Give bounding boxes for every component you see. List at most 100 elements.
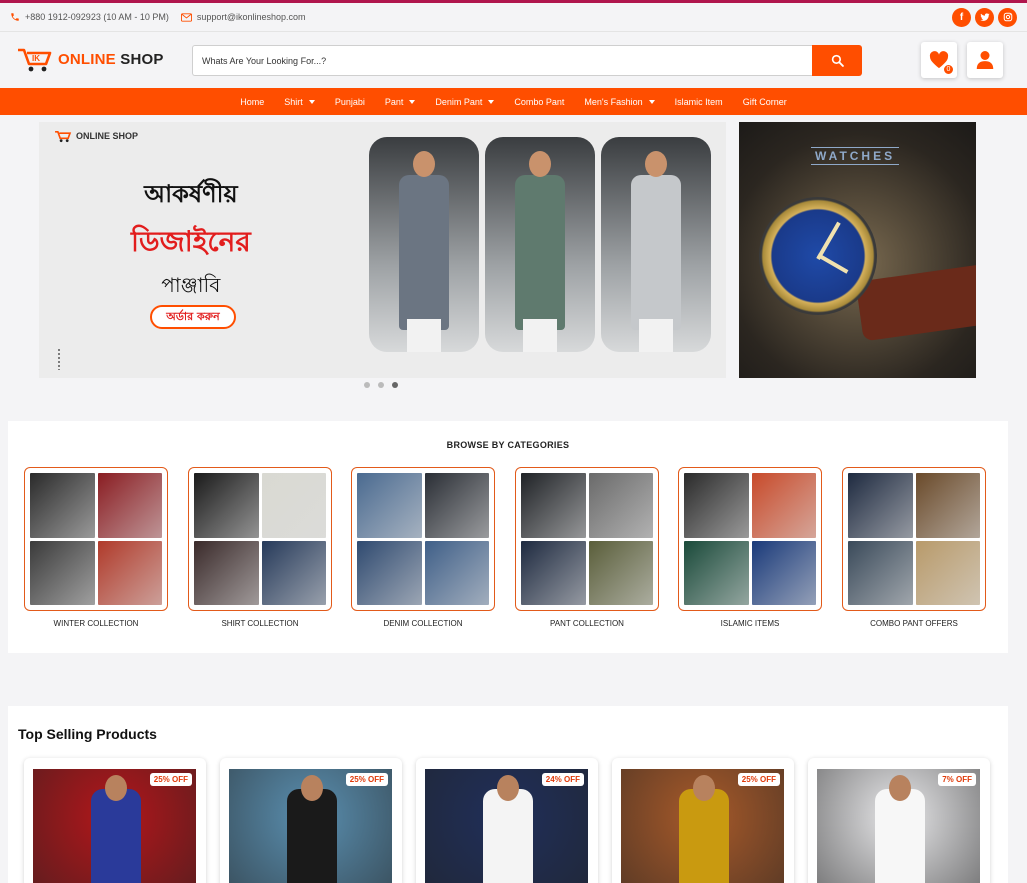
category-card[interactable]: WINTER COLLECTION <box>24 467 168 628</box>
wishlist-count-badge: 0 <box>943 64 954 75</box>
cart-logo-icon: IK <box>18 48 52 72</box>
nav-item-islamic-item[interactable]: Islamic Item <box>675 97 723 107</box>
category-image <box>515 467 659 611</box>
wishlist-button[interactable]: 0 <box>921 42 957 78</box>
category-label: ISLAMIC ITEMS <box>720 619 780 628</box>
logo-word-online: ONLINE <box>58 50 116 68</box>
category-image <box>678 467 822 611</box>
email-info[interactable]: support@ikonlineshop.com <box>180 12 306 22</box>
logo-text: ONLINE SHOP <box>58 51 164 68</box>
hero-dot-pattern <box>57 348 61 370</box>
instagram-icon[interactable] <box>998 7 1017 27</box>
chevron-down-icon <box>308 99 315 104</box>
nav-item-men-s-fashion[interactable]: Men's Fashion <box>584 96 655 107</box>
nav-item-label: Denim Pant <box>435 96 483 107</box>
nav-item-label: Islamic Item <box>674 96 723 107</box>
product-image[interactable]: 7% OFF <box>817 769 980 883</box>
slider-dot[interactable] <box>364 382 370 388</box>
product-card[interactable]: 25% OFF <box>24 758 206 883</box>
mail-icon <box>180 12 192 22</box>
slider-dot[interactable] <box>378 382 384 388</box>
account-button[interactable] <box>967 42 1003 78</box>
category-label: PANT COLLECTION <box>550 619 624 628</box>
discount-badge: 25% OFF <box>345 773 388 786</box>
phone-text: +880 1912-092923 (10 AM - 10 PM) <box>25 12 169 22</box>
slider-dot[interactable] <box>392 382 398 388</box>
nav-item-home[interactable]: Home <box>240 97 264 107</box>
slider-dots <box>364 382 398 388</box>
category-image <box>188 467 332 611</box>
product-image[interactable]: 24% OFF <box>425 769 588 883</box>
hero-model-panel-3 <box>601 137 711 352</box>
promo-title: WATCHES <box>811 147 900 165</box>
category-image <box>842 467 986 611</box>
watches-promo-banner[interactable]: WATCHES <box>739 122 976 378</box>
top-selling-title: Top Selling Products <box>18 726 157 742</box>
nav-item-label: Pant <box>384 96 404 107</box>
nav-item-combo-pant[interactable]: Combo Pant <box>514 97 564 107</box>
nav-item-pant[interactable]: Pant <box>385 97 416 107</box>
top-selling-section: Top Selling Products 25% OFF 25% OFF 24% O… <box>8 706 1008 883</box>
nav-item-label: Gift Corner <box>742 96 787 107</box>
product-card[interactable]: 25% OFF <box>220 758 402 883</box>
chevron-down-icon <box>648 99 655 104</box>
hero-banner[interactable]: ONLINE SHOP আকর্ষণীয় ডিজাইনের পাঞ্জাবি … <box>39 122 726 378</box>
categories-title: BROWSE BY CATEGORIES <box>446 440 570 450</box>
category-card[interactable]: COMBO PANT OFFERS <box>842 467 986 628</box>
hero-model-panel-2 <box>485 137 595 352</box>
category-image <box>351 467 495 611</box>
categories-section: BROWSE BY CATEGORIES WINTER COLLECTION SH… <box>8 421 1008 653</box>
category-card[interactable]: SHIRT COLLECTION <box>188 467 332 628</box>
nav-item-gift-corner[interactable]: Gift Corner <box>743 97 787 107</box>
main-nav: Home Shirt Punjabi Pant Denim Pant Combo Pant… <box>0 88 1027 115</box>
category-card[interactable]: ISLAMIC ITEMS <box>678 467 822 628</box>
product-image[interactable]: 25% OFF <box>621 769 784 883</box>
chevron-down-icon <box>488 99 495 104</box>
search-button[interactable] <box>812 45 862 76</box>
nav-item-label: Men's Fashion <box>584 96 643 107</box>
nav-item-label: Home <box>240 96 265 107</box>
twitter-icon[interactable] <box>975 7 994 27</box>
hero-headline: আকর্ষণীয় ডিজাইনের পাঞ্জাবি <box>131 176 251 304</box>
logo-word-shop: SHOP <box>120 50 164 68</box>
nav-item-shirt[interactable]: Shirt <box>284 97 315 107</box>
discount-badge: 7% OFF <box>938 773 976 786</box>
watch-icon <box>759 197 877 315</box>
hero-logo-text: ONLINE SHOP <box>76 131 139 141</box>
social-links: f <box>952 7 1017 27</box>
discount-badge: 25% OFF <box>737 773 780 786</box>
hero-line-2: ডিজাইনের <box>131 225 251 258</box>
product-image[interactable]: 25% OFF <box>229 769 392 883</box>
product-card[interactable]: 24% OFF <box>416 758 598 883</box>
hero-line-1: আকর্ষণীয় <box>144 180 238 208</box>
discount-badge: 25% OFF <box>149 773 192 786</box>
category-label: WINTER COLLECTION <box>53 619 139 628</box>
nav-item-label: Combo Pant <box>514 96 565 107</box>
email-text: support@ikonlineshop.com <box>196 12 306 22</box>
punjabi-model-figure <box>515 175 565 330</box>
site-logo[interactable]: IK ONLINE SHOP <box>16 44 164 74</box>
cart-logo-icon <box>55 130 72 143</box>
phone-info[interactable]: +880 1912-092923 (10 AM - 10 PM) <box>10 12 169 22</box>
product-image[interactable]: 25% OFF <box>33 769 196 883</box>
search-bar <box>192 45 862 76</box>
header: IK ONLINE SHOP 0 <box>0 32 1027 88</box>
nav-item-denim-pant[interactable]: Denim Pant <box>435 96 495 107</box>
user-icon <box>976 51 994 69</box>
category-card[interactable]: PANT COLLECTION <box>515 467 659 628</box>
facebook-icon[interactable]: f <box>952 7 971 27</box>
product-card[interactable]: 25% OFF <box>612 758 794 883</box>
punjabi-model-figure <box>399 175 449 330</box>
search-input[interactable] <box>192 45 812 76</box>
hero-logo: ONLINE SHOP <box>53 129 138 143</box>
phone-icon <box>11 13 19 21</box>
nav-item-label: Shirt <box>284 96 303 107</box>
hero-line-3: পাঞ্জাবি <box>161 273 221 297</box>
category-card[interactable]: DENIM COLLECTION <box>351 467 495 628</box>
hero-order-button[interactable]: অর্ডার করুন <box>150 305 236 329</box>
category-label: SHIRT COLLECTION <box>221 619 299 628</box>
search-icon <box>831 54 844 67</box>
punjabi-model-figure <box>631 175 681 330</box>
product-card[interactable]: 7% OFF <box>808 758 990 883</box>
nav-item-punjabi[interactable]: Punjabi <box>335 97 365 107</box>
